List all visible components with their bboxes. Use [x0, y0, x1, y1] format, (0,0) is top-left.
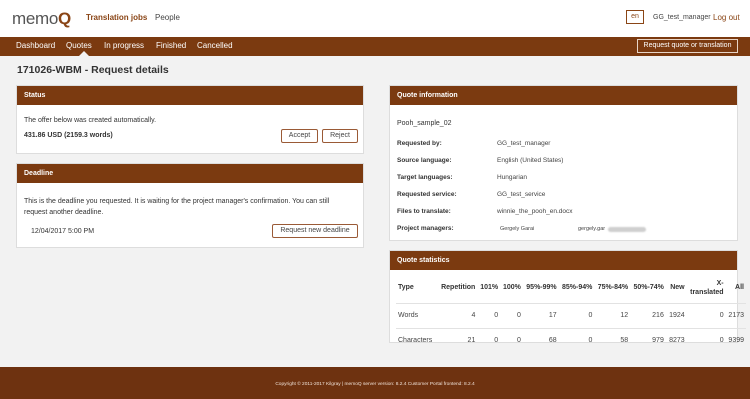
row-chars-101: 0	[494, 337, 499, 345]
requested-service-label: Requested service:	[397, 191, 457, 198]
requested-by-label: Requested by:	[397, 140, 442, 147]
table-header-row: Type Repetition 101% 100% 95%-99% 85%-94…	[396, 273, 746, 304]
menu-cancelled[interactable]: Cancelled	[197, 41, 233, 50]
deadline-date: 12/04/2017 5:00 PM	[31, 228, 95, 235]
row-words-85-94: 0	[558, 303, 595, 329]
logout-link[interactable]: Log out	[713, 13, 740, 22]
row-words-95-99: 17	[522, 303, 559, 329]
project-managers-label: Project managers:	[397, 225, 454, 232]
col-100: 100%	[500, 273, 523, 304]
deadline-message-line1: This is the deadline you requested. It i…	[24, 198, 330, 205]
deadline-card-title: Deadline	[17, 164, 363, 183]
quote-information-title: Quote information	[390, 86, 737, 105]
col-x-translated: X-translated	[686, 273, 726, 304]
row-chars-100: 0	[517, 337, 521, 345]
quote-statistics-card: Quote statistics Type Repetition 101% 10…	[389, 250, 746, 344]
files-to-translate-label: Files to translate:	[397, 208, 451, 215]
col-type: Type	[396, 273, 436, 304]
row-words-50-74: 216	[630, 303, 666, 329]
current-user[interactable]: GG_test_manager	[653, 14, 711, 21]
language-selector[interactable]: en	[626, 10, 644, 24]
row-words-75-84: 12	[594, 303, 631, 329]
project-manager-name: Gergely Garai	[500, 226, 535, 232]
row-chars-repetition: 21	[467, 337, 476, 345]
row-chars-x-translated: 0	[719, 337, 724, 345]
row-chars-75-84: 58	[620, 337, 629, 345]
quote-statistics-title: Quote statistics	[390, 251, 737, 270]
row-words-x-translated: 0	[686, 303, 726, 329]
quote-statistics-table: Type Repetition 101% 100% 95%-99% 85%-94…	[396, 273, 746, 353]
quote-amount: 431.86 USD (2159.3 words)	[24, 132, 113, 139]
menu-dashboard[interactable]: Dashboard	[16, 41, 55, 50]
row-words-new: 1924	[665, 303, 687, 329]
target-languages-label: Target languages:	[397, 174, 453, 181]
col-all: All	[725, 273, 746, 304]
requested-service-value: GG_test_service	[497, 191, 546, 198]
files-to-translate-value: winnie_the_pooh_en.docx	[497, 208, 573, 215]
row-words-101: 0	[477, 303, 501, 329]
menu-in-progress[interactable]: In progress	[104, 41, 144, 50]
accept-button[interactable]: Accept	[281, 129, 318, 143]
row-words-100: 0	[500, 303, 523, 329]
quote-name: Pooh_sample_02	[397, 120, 452, 127]
col-95-99: 95%-99%	[522, 273, 559, 304]
logo-prefix: memo	[12, 9, 59, 28]
status-card: Status The offer below was created autom…	[16, 85, 364, 154]
row-chars-type: Characters	[398, 337, 433, 345]
footer-copyright: Copyright © 2011-2017 Kilgray | memoQ se…	[275, 382, 475, 387]
deadline-message-line2: request another deadline.	[24, 209, 104, 216]
col-new: New	[665, 273, 687, 304]
row-chars-new: 8273	[669, 337, 685, 345]
target-languages-value: Hungarian	[497, 174, 527, 181]
request-new-deadline-button[interactable]: Request new deadline	[272, 224, 358, 238]
project-manager-email: gergely.gar	[578, 226, 606, 232]
page-title: 171026-WBM - Request details	[17, 64, 169, 76]
deadline-card: Deadline This is the deadline you reques…	[16, 163, 364, 248]
menu-quotes[interactable]: Quotes	[66, 41, 92, 50]
top-header: memoQ Translation jobs People en GG_test…	[0, 0, 750, 37]
menu-finished[interactable]: Finished	[156, 41, 186, 50]
table-row: Words 4 0 0 17 0 12 216 1924 0 2173	[396, 303, 746, 329]
source-language-label: Source language:	[397, 157, 452, 164]
redacted-email	[608, 227, 646, 232]
memoq-logo[interactable]: memoQ	[12, 9, 71, 29]
col-101: 101%	[477, 273, 501, 304]
nav-translation-jobs[interactable]: Translation jobs	[86, 13, 147, 22]
row-words-type: Words	[396, 303, 436, 329]
col-repetition: Repetition	[435, 273, 478, 304]
source-language-value: English (United States)	[497, 157, 564, 164]
status-card-title: Status	[17, 86, 363, 105]
nav-people[interactable]: People	[155, 13, 180, 22]
row-chars-50-74: 979	[652, 337, 664, 345]
table-row: Characters 21 0 0 68 0 58 979 8273 0 939…	[396, 328, 746, 353]
col-75-84: 75%-84%	[594, 273, 631, 304]
row-chars-all: 9399	[728, 337, 744, 345]
request-quote-button[interactable]: Request quote or translation	[637, 39, 738, 53]
status-message: The offer below was created automaticall…	[24, 117, 157, 124]
row-chars-95-99: 68	[548, 337, 557, 345]
col-50-74: 50%-74%	[630, 273, 666, 304]
logo-accent: Q	[58, 9, 71, 28]
reject-button[interactable]: Reject	[322, 129, 358, 143]
quote-information-card: Quote information Pooh_sample_02 Request…	[389, 85, 738, 241]
row-chars-85-94: 0	[588, 337, 593, 345]
active-menu-indicator	[79, 51, 89, 56]
row-words-repetition: 4	[435, 303, 478, 329]
page-footer: Copyright © 2011-2017 Kilgray | memoQ se…	[0, 367, 750, 399]
col-85-94: 85%-94%	[558, 273, 595, 304]
requested-by-value: GG_test_manager	[497, 140, 551, 147]
row-words-all: 2173	[725, 303, 746, 329]
